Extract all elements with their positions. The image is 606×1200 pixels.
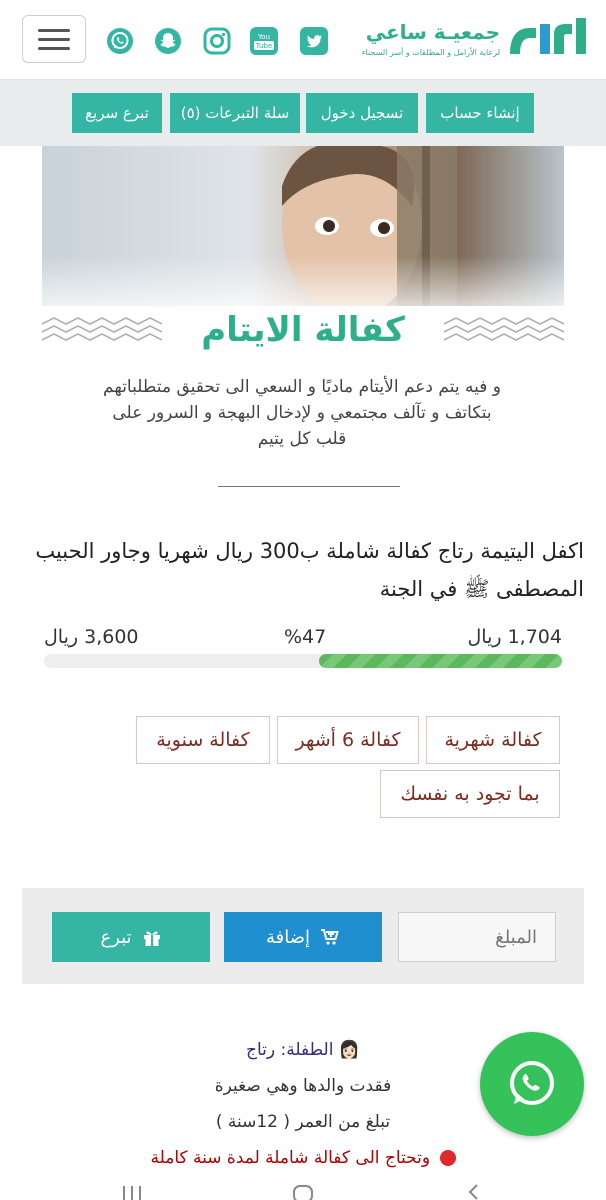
add-to-cart-button[interactable]: إضافة — [224, 912, 382, 962]
youtube-icon[interactable]: You Tube — [250, 27, 278, 55]
site-logo[interactable]: جمعيـة ساعي لرعاية الأرامل و المطلقات و … — [362, 14, 588, 66]
progress-bar — [44, 654, 562, 668]
twitter-icon[interactable] — [300, 27, 328, 55]
child-name: الطفلة: رتاج — [246, 1040, 334, 1060]
progress-percent: %47 — [284, 626, 327, 648]
site-header: جمعيـة ساعي لرعاية الأرامل و المطلقات و … — [0, 0, 606, 80]
amount-input[interactable] — [398, 912, 556, 962]
login-button[interactable]: تسجيل دخول — [306, 93, 418, 133]
divider — [218, 486, 400, 487]
logo-subtitle: لرعاية الأرامل و المطلقات و أسر السجناء — [361, 48, 500, 57]
banner-title: كفالة الايتام — [201, 310, 405, 350]
account-nav-bar: إنشاء حساب تسجيل دخول سلة التبرعات (٥) ت… — [0, 80, 606, 146]
hamburger-menu-button[interactable] — [22, 15, 86, 63]
svg-text:You: You — [257, 33, 270, 41]
goal-amount: 3,600 ريال — [44, 626, 139, 648]
cart-plus-icon — [321, 929, 339, 945]
snapchat-icon[interactable] — [154, 27, 182, 55]
whatsapp-icon — [510, 1061, 554, 1105]
donate-form: إضافة تبرع — [22, 888, 584, 984]
create-account-button[interactable]: إنشاء حساب — [426, 93, 534, 133]
logo-title: جمعيـة ساعي — [365, 20, 500, 44]
banner-description: و فيه يتم دعم الأيتام ماديًا و السعي الى… — [103, 377, 501, 449]
campaign-title: اكفل اليتيمة رتاج كفالة شاملة ب300 ريال … — [35, 539, 584, 601]
campaign-banner: كفالة الايتام و فيه يتم دعم الأيتام مادي… — [42, 146, 564, 516]
monthly-sponsorship-option[interactable]: كفالة شهرية — [426, 716, 560, 764]
child-need-text: وتحتاج الى كفالة شاملة لمدة سنة كاملة — [150, 1148, 431, 1168]
menu-bar-icon — [38, 46, 70, 50]
donate-label: تبرع — [100, 926, 132, 948]
raised-amount: 1,704 ريال — [467, 626, 562, 648]
quick-donate-button[interactable]: تبرع سريع — [72, 93, 162, 133]
child-need: وتحتاج الى كفالة شاملة لمدة سنة كاملة — [0, 1140, 606, 1176]
recent-apps-icon[interactable] — [120, 1182, 144, 1200]
add-label: إضافة — [265, 926, 311, 948]
whatsapp-icon[interactable] — [106, 27, 134, 55]
progress-fill — [318, 654, 562, 668]
six-month-sponsorship-option[interactable]: كفالة 6 أشهر — [277, 716, 419, 764]
back-icon[interactable] — [462, 1182, 486, 1200]
menu-bar-icon — [38, 28, 70, 32]
girl-emoji-icon: 👩🏻 — [338, 1040, 360, 1060]
red-circle-icon — [439, 1150, 456, 1166]
custom-amount-option[interactable]: بما تجود به نفسك — [380, 770, 560, 818]
system-navigation-bar — [0, 1176, 606, 1200]
menu-bar-icon — [38, 37, 70, 41]
donate-button[interactable]: تبرع — [52, 912, 210, 962]
donations-cart-button[interactable]: سلة التبرعات (٥) — [170, 93, 300, 133]
whatsapp-chat-button[interactable] — [480, 1032, 584, 1136]
instagram-icon[interactable] — [203, 27, 231, 55]
gift-icon — [143, 931, 160, 946]
logo-mark-icon — [510, 18, 586, 54]
home-icon[interactable] — [291, 1182, 315, 1200]
yearly-sponsorship-option[interactable]: كفالة سنوية — [136, 716, 270, 764]
svg-text:Tube: Tube — [255, 42, 272, 50]
